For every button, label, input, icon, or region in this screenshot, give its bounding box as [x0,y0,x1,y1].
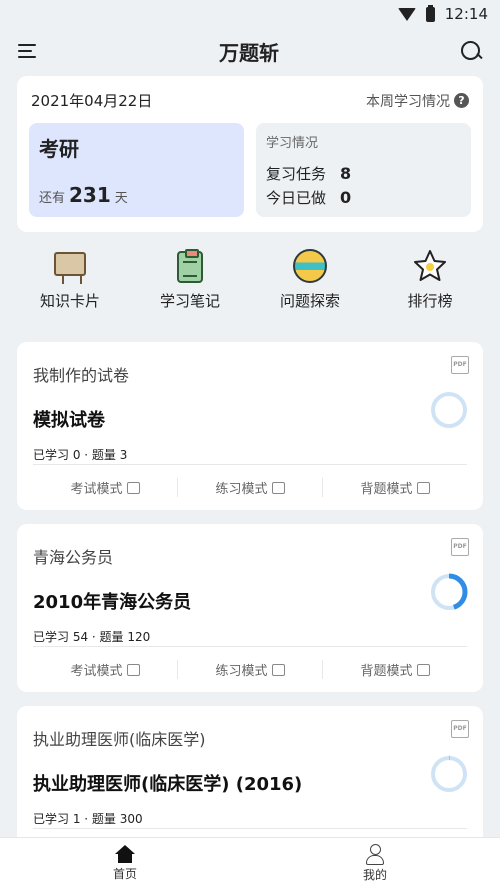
countdown-days: 231 [69,183,111,207]
calendar-icon [271,481,285,494]
help-icon[interactable]: ? [454,93,469,108]
pdf-export-icon[interactable]: PDF [451,720,469,738]
recite-mode-label: 背题模式 [360,664,413,679]
paper-meta: 已学习 54 · 题量 120 [33,630,151,644]
paper-title: 模拟试卷 [33,410,105,431]
today-done-label: 今日已做 [266,188,327,207]
paper-card[interactable]: 我制作的试卷 PDF 模拟试卷 已学习 0 · 题量 3 考试模式 练习模式 背… [17,342,483,510]
pdf-export-icon[interactable]: PDF [451,538,469,556]
search-icon[interactable] [460,40,482,62]
user-icon [365,844,385,865]
weekly-stats-label: 本周学习情况 [366,93,450,110]
quick-label: 学习笔记 [159,292,220,310]
recite-mode-button[interactable]: 背题模式 [322,660,467,679]
leaderboard-button[interactable]: 排行榜 [375,248,485,328]
review-task-value: 8 [340,163,352,183]
quick-label: 排行榜 [407,292,453,310]
open-book-icon [126,481,140,494]
exam-mode-button[interactable]: 考试模式 [33,660,177,679]
today-done-row: 今日已做 0 [266,185,461,209]
countdown-prefix: 还有 [39,191,66,206]
paper-card[interactable]: 青海公务员 PDF 2010年青海公务员 已学习 54 · 题量 120 考试模… [17,524,483,692]
current-date: 2021年04月22日 [31,92,153,110]
exam-mode-label: 考试模式 [70,482,123,497]
battery-icon [425,4,435,22]
study-status-title: 学习情况 [266,136,319,151]
status-bar: 12:14 [0,0,500,28]
paper-title: 2010年青海公务员 [33,592,192,613]
progress-ring [430,573,468,611]
paper-title: 执业助理医师(临床医学) (2016) [33,774,303,795]
recite-mode-button[interactable]: 背题模式 [322,478,467,497]
practice-mode-button[interactable]: 练习模式 [177,660,322,679]
paper-actions: 考试模式 练习模式 背题模式 [33,646,467,692]
progress-ring-track [431,392,467,428]
app-title: 万题斩 [219,40,279,65]
clipboard-notes-icon [172,248,208,284]
exam-mode-label: 考试模式 [70,664,123,679]
presentation-board-icon [52,248,88,284]
knowledge-cards-button[interactable]: 知识卡片 [15,248,125,328]
nav-home[interactable]: 首页 [0,838,250,889]
study-status-box[interactable]: 学习情况 复习任务 8 今日已做 0 [256,123,471,217]
paper-category: 青海公务员 [33,548,114,567]
exam-countdown: 还有 231 天 [39,183,128,207]
question-explore-button[interactable]: 问题探索 [255,248,365,328]
progress-ring-track [431,756,467,792]
summary-card: 2021年04月22日 本周学习情况 ? 考研 还有 231 天 学习情况 复习… [17,76,483,232]
weekly-stats-link[interactable]: 本周学习情况 ? [366,91,469,111]
paper-category: 执业助理医师(临床医学) [33,730,206,749]
quick-label: 知识卡片 [39,292,100,310]
practice-mode-label: 练习模式 [215,482,268,497]
wifi-icon [397,7,416,21]
paper-meta: 已学习 1 · 题量 300 [33,812,143,826]
quick-actions: 知识卡片 学习笔记 问题探索 排行榜 [10,248,490,328]
nav-home-label: 首页 [112,867,137,881]
today-done-value: 0 [340,187,352,207]
review-task-row: 复习任务 8 [266,161,461,185]
graduate-icon [416,481,430,494]
progress-ring [430,391,468,429]
countdown-suffix: 天 [114,191,128,206]
exam-target-box[interactable]: 考研 还有 231 天 [29,123,244,217]
app-bar: 万题斩 [0,28,500,74]
home-icon [115,845,135,863]
recite-mode-label: 背题模式 [360,482,413,497]
practice-mode-label: 练习模式 [215,664,268,679]
star-icon [412,248,448,284]
study-notes-button[interactable]: 学习笔记 [135,248,245,328]
bottom-nav: 首页 我的 [0,837,500,889]
nav-mine[interactable]: 我的 [250,838,500,889]
nav-mine-label: 我的 [362,868,387,882]
exam-name: 考研 [39,137,79,161]
menu-icon[interactable] [18,44,38,58]
paper-meta: 已学习 0 · 题量 3 [33,448,128,462]
quick-label: 问题探索 [279,292,340,310]
review-task-label: 复习任务 [266,164,327,183]
paper-category: 我制作的试卷 [33,366,130,385]
exam-mode-button[interactable]: 考试模式 [33,478,177,497]
status-time: 12:14 [444,5,488,23]
pdf-export-icon[interactable]: PDF [451,356,469,374]
open-book-icon [126,663,140,676]
graduate-icon [416,663,430,676]
paper-actions: 考试模式 练习模式 背题模式 [33,464,467,510]
striped-ball-icon [292,248,328,284]
progress-ring [430,755,468,793]
calendar-icon [271,663,285,676]
practice-mode-button[interactable]: 练习模式 [177,478,322,497]
